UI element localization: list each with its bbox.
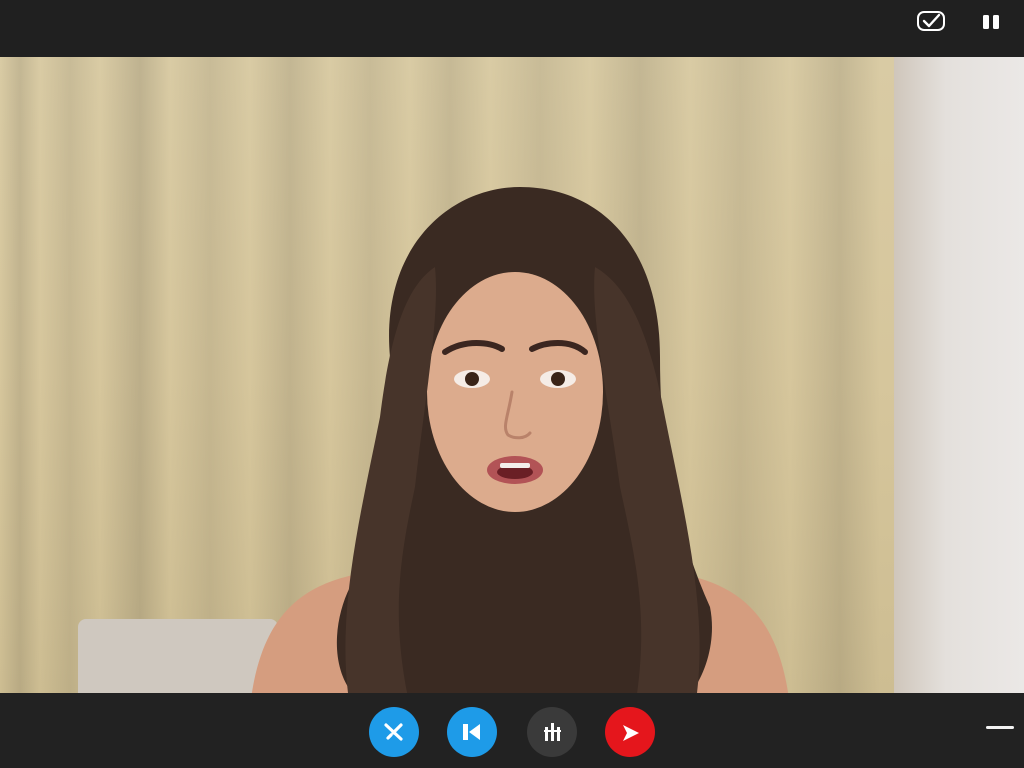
- mic-off-icon: [384, 723, 403, 741]
- end-call-icon: [623, 725, 639, 741]
- mute-button[interactable]: [369, 707, 419, 757]
- call-controls-bar: [0, 693, 1024, 768]
- minimize-icon[interactable]: [986, 720, 1014, 736]
- camera-button[interactable]: [447, 707, 497, 757]
- bars-icon: [544, 723, 561, 741]
- video-icon: [463, 724, 480, 740]
- participant-video: [0, 57, 1024, 693]
- top-bar: [0, 0, 1024, 57]
- effects-button[interactable]: [527, 707, 577, 757]
- pause-icon[interactable]: [975, 9, 1007, 35]
- chat-check-icon[interactable]: [915, 9, 947, 35]
- wall-background: [894, 57, 1024, 693]
- participant-figure: [251, 187, 789, 693]
- end-call-button[interactable]: [605, 707, 655, 757]
